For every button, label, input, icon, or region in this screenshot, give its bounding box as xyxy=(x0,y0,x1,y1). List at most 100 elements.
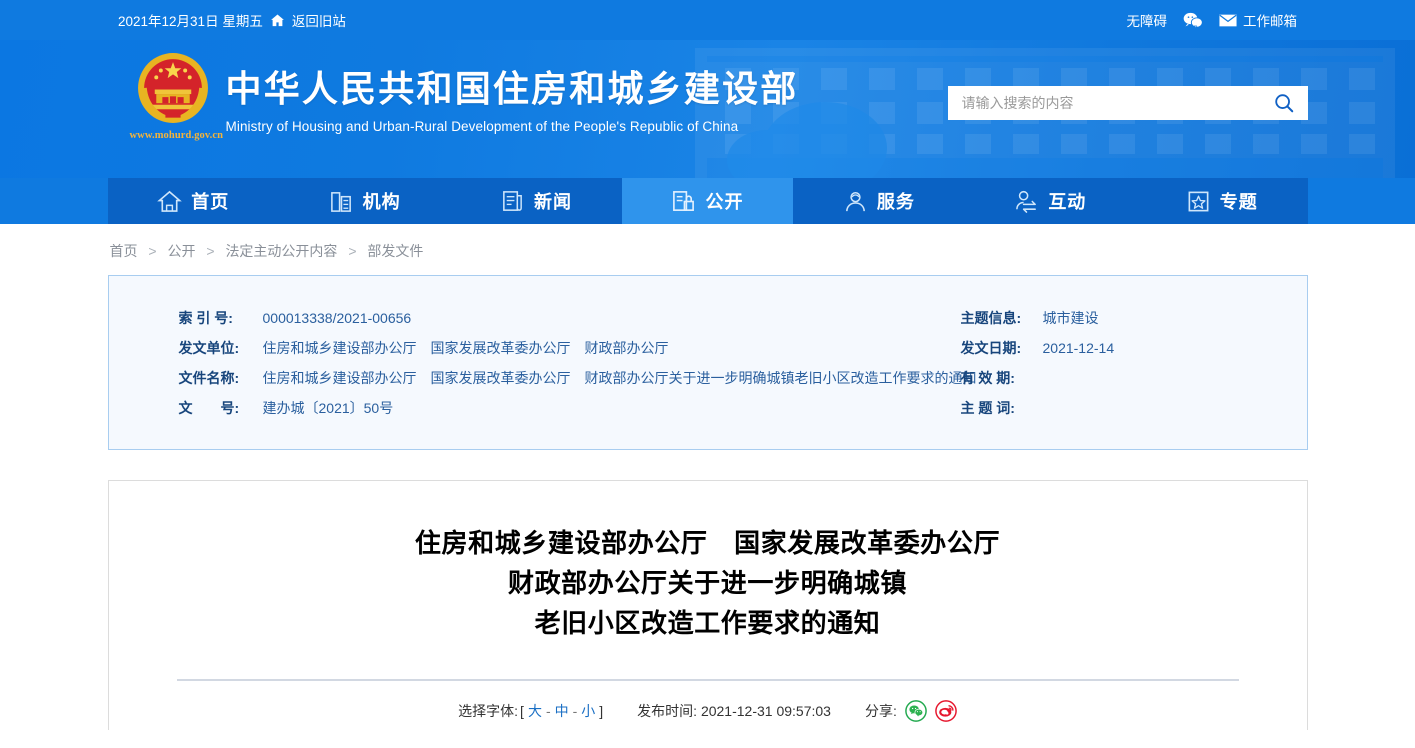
nav-item-interaction[interactable]: 互动 xyxy=(965,178,1136,224)
building-icon xyxy=(329,189,354,214)
document-lock-icon xyxy=(671,189,696,214)
metadata-value: 住房和城乡建设部办公厅 国家发展改革委办公厅 财政部办公厅 xyxy=(262,340,669,356)
page-content: 首页 > 公开 > 法定主动公开内容 > 部发文件 索 引 号: 0000133… xyxy=(107,224,1308,730)
font-dash-2: - xyxy=(572,703,578,719)
publish-time-value: 2021-12-31 09:57:03 xyxy=(700,703,831,719)
article-container: 住房和城乡建设部办公厅 国家发展改革委办公厅 财政部办公厅关于进一步明确城镇 老… xyxy=(107,480,1308,730)
doc-title-line-2: 财政部办公厅关于进一步明确城镇 xyxy=(507,568,907,598)
metadata-label: 主题信息: xyxy=(960,310,1022,326)
publish-time-group: 发布时间: 2021-12-31 09:57:03 xyxy=(637,701,831,721)
mail-icon xyxy=(1219,14,1237,27)
nav-label: 服务 xyxy=(876,192,915,212)
banner-content: www.mohurd.gov.cn 中华人民共和国住房和城乡建设部 Minist… xyxy=(108,40,1308,178)
metadata-row-issuing-unit: 发文单位: 住房和城乡建设部办公厅 国家发展改革委办公厅 财政部办公厅 xyxy=(179,333,949,363)
search-button[interactable] xyxy=(1260,86,1308,120)
site-title-cn: 中华人民共和国住房和城乡建设部 xyxy=(225,68,799,109)
metadata-row-file-name: 文件名称: 住房和城乡建设部办公厅 国家发展改革委办公厅 财政部办公厅关于进一步… xyxy=(178,363,977,393)
metadata-row-keywords: 主 题 词: xyxy=(961,393,1307,423)
breadcrumb-separator: > xyxy=(148,243,157,259)
metadata-row-topic-info: 主题信息: 城市建设 xyxy=(961,303,1307,333)
font-size-medium-button[interactable]: 中 xyxy=(555,701,569,721)
nav-label: 机构 xyxy=(362,192,401,212)
metadata-label: 有 效 期: xyxy=(960,370,1015,386)
current-date: 2021年12月31日 星期五 xyxy=(118,14,263,29)
topbar-left-group: 2021年12月31日 星期五 返回旧站 xyxy=(118,10,346,30)
font-size-small-button[interactable]: 小 xyxy=(581,701,595,721)
font-size-label: 选择字体: xyxy=(458,703,519,719)
doc-title-line-3: 老旧小区改造工作要求的通知 xyxy=(534,608,881,638)
topbar-right-group: 无障碍 工作邮箱 xyxy=(1127,10,1297,30)
metadata-left-column: 索 引 号: 000013338/2021-00656 发文单位: 住房和城乡建… xyxy=(109,303,977,423)
work-mail-label: 工作邮箱 xyxy=(1243,14,1297,29)
breadcrumb-item-3[interactable]: 部发文件 xyxy=(367,243,423,259)
doc-title-line-1: 住房和城乡建设部办公厅 国家发展改革委办公厅 xyxy=(414,528,1001,558)
bracket-open: [ xyxy=(520,703,524,719)
metadata-value: 城市建设 xyxy=(1042,310,1099,326)
metadata-value: 住房和城乡建设部办公厅 国家发展改革委办公厅 财政部办公厅关于进一步明确城镇老旧… xyxy=(262,370,977,386)
search-box[interactable] xyxy=(947,86,1308,120)
breadcrumb-separator: > xyxy=(206,243,215,259)
share-group: 分享: xyxy=(865,700,957,722)
metadata-row-document-number: 文 号: 建办城〔2021〕50号 xyxy=(179,393,949,423)
nav-item-home[interactable]: 首页 xyxy=(108,178,279,224)
newspaper-icon xyxy=(500,189,525,214)
bracket-close: ] xyxy=(599,703,604,719)
metadata-row-issue-date: 发文日期: 2021-12-14 xyxy=(961,333,1307,363)
breadcrumb-item-1[interactable]: 公开 xyxy=(167,243,195,259)
emblem-block: www.mohurd.gov.cn xyxy=(129,50,224,141)
nav-item-topics[interactable]: 专题 xyxy=(1136,178,1307,224)
breadcrumb: 首页 > 公开 > 法定主动公开内容 > 部发文件 xyxy=(108,224,1308,275)
font-dash-1: - xyxy=(545,703,551,719)
national-emblem-icon xyxy=(137,53,208,123)
nav-item-disclosure[interactable]: 公开 xyxy=(621,178,794,224)
main-nav-wrapper: 首页 机构 新闻 公开 服务 互动 专题 xyxy=(0,178,1415,224)
home-icon xyxy=(270,13,285,28)
site-title-en: Ministry of Housing and Urban-Rural Deve… xyxy=(225,119,739,134)
weibo-share-icon[interactable] xyxy=(935,700,957,722)
article-toolbar: 选择字体: [ 大 - 中 - 小 ] 发布时间: 2021-12-31 09:… xyxy=(169,681,1247,722)
page-title: 住房和城乡建设部办公厅 国家发展改革委办公厅 财政部办公厅关于进一步明确城镇 老… xyxy=(169,523,1247,643)
top-utility-bar: 2021年12月31日 星期五 返回旧站 无障碍 工作邮箱 xyxy=(0,0,1415,40)
metadata-label: 发文单位: xyxy=(178,340,240,356)
nav-label: 新闻 xyxy=(534,192,573,212)
font-size-selector: 选择字体: [ 大 - 中 - 小 ] xyxy=(458,701,603,721)
nav-item-organization[interactable]: 机构 xyxy=(279,178,450,224)
share-label: 分享: xyxy=(864,703,897,719)
metadata-label: 发文日期: xyxy=(960,340,1022,356)
wechat-share-icon[interactable] xyxy=(905,700,927,722)
nav-label: 专题 xyxy=(1219,192,1258,212)
metadata-value: 建办城〔2021〕50号 xyxy=(262,400,394,416)
main-nav: 首页 机构 新闻 公开 服务 互动 专题 xyxy=(107,178,1308,224)
metadata-label: 索 引 号: xyxy=(178,310,233,326)
nav-label: 互动 xyxy=(1048,192,1087,212)
search-input[interactable] xyxy=(947,86,1260,120)
metadata-label: 文 号: xyxy=(178,400,240,416)
site-title-block: 中华人民共和国住房和城乡建设部 Ministry of Housing and … xyxy=(226,66,799,134)
nav-item-news[interactable]: 新闻 xyxy=(450,178,621,224)
wechat-icon[interactable] xyxy=(1183,12,1203,29)
metadata-value: 2021-12-14 xyxy=(1042,340,1115,356)
publish-time-label: 发布时间: xyxy=(637,703,698,719)
metadata-row-index-number: 索 引 号: 000013338/2021-00656 xyxy=(179,303,949,333)
nav-label: 公开 xyxy=(705,192,744,212)
accessibility-link[interactable]: 无障碍 xyxy=(1127,10,1168,30)
metadata-label: 文件名称: xyxy=(178,370,240,386)
document-metadata-box: 索 引 号: 000013338/2021-00656 发文单位: 住房和城乡建… xyxy=(107,275,1308,450)
breadcrumb-item-0[interactable]: 首页 xyxy=(110,243,138,259)
metadata-label: 主 题 词: xyxy=(960,400,1015,416)
work-mail-link[interactable]: 工作邮箱 xyxy=(1219,10,1297,30)
nav-label: 首页 xyxy=(191,192,230,212)
nav-item-service[interactable]: 服务 xyxy=(793,178,964,224)
site-banner: www.mohurd.gov.cn 中华人民共和国住房和城乡建设部 Minist… xyxy=(0,40,1415,178)
site-url-text: www.mohurd.gov.cn xyxy=(129,130,224,141)
return-old-site-link[interactable]: 返回旧站 xyxy=(292,10,346,30)
home-outline-icon xyxy=(157,189,183,214)
search-icon xyxy=(1273,92,1295,114)
breadcrumb-item-2[interactable]: 法定主动公开内容 xyxy=(225,243,337,259)
person-service-icon xyxy=(843,189,868,214)
metadata-value: 000013338/2021-00656 xyxy=(262,310,412,326)
metadata-row-validity-period: 有 效 期: xyxy=(961,363,1307,393)
star-box-icon xyxy=(1186,189,1211,214)
metadata-right-column: 主题信息: 城市建设 发文日期: 2021-12-14 有 效 期: 主 题 词… xyxy=(949,303,1307,423)
font-size-large-button[interactable]: 大 xyxy=(528,701,542,721)
